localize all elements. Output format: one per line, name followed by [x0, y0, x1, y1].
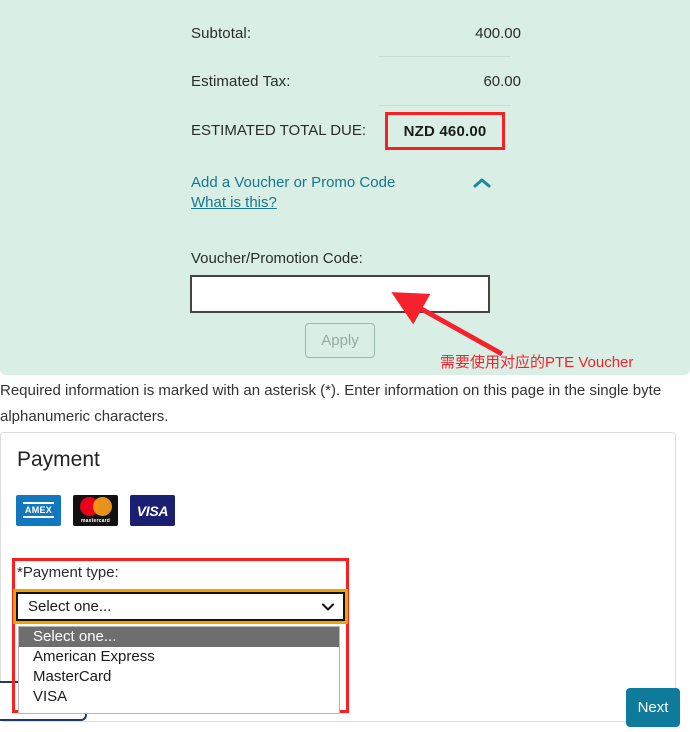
mastercard-logo-icon: mastercard: [73, 495, 118, 526]
total-due-value: NZD 460.00: [403, 122, 487, 140]
chevron-up-icon[interactable]: [472, 176, 492, 190]
payment-title: Payment: [17, 448, 100, 471]
total-due-highlight-box: NZD 460.00: [385, 112, 505, 150]
mastercard-circles: [79, 497, 112, 516]
what-is-this-link[interactable]: What is this?: [191, 194, 277, 211]
subtotal-value: 400.00: [475, 25, 521, 42]
voucher-code-label: Voucher/Promotion Code:: [191, 250, 363, 267]
payment-type-select[interactable]: Select one...: [13, 589, 348, 624]
apply-voucher-button[interactable]: Apply: [305, 323, 375, 358]
accepted-cards-list: AMEX mastercard VISA: [16, 495, 175, 526]
payment-type-option-visa[interactable]: VISA: [19, 687, 339, 707]
amex-logo-text: AMEX: [22, 502, 55, 518]
payment-type-selected-value-row[interactable]: Select one...: [16, 592, 345, 621]
mastercard-logo-text: mastercard: [81, 518, 110, 524]
required-info-note: Required information is marked with an a…: [0, 382, 662, 425]
next-button[interactable]: Next: [626, 688, 680, 727]
annotation-note-text: 需要使用对应的PTE Voucher: [440, 354, 634, 371]
order-summary-panel: Subtotal: 400.00 Estimated Tax: 60.00 ES…: [0, 0, 690, 375]
summary-divider-2: [379, 105, 511, 106]
subtotal-label: Subtotal:: [191, 25, 252, 42]
chevron-down-icon[interactable]: [322, 603, 334, 611]
payment-type-options-list[interactable]: Select one... American Express MasterCar…: [18, 626, 340, 714]
summary-row-estimated-tax: Estimated Tax: 60.00: [191, 73, 521, 90]
payment-type-option-mastercard[interactable]: MasterCard: [19, 667, 339, 687]
checkout-page: Subtotal: 400.00 Estimated Tax: 60.00 ES…: [0, 0, 690, 732]
visa-logo-icon: VISA: [130, 495, 175, 526]
add-voucher-toggle[interactable]: Add a Voucher or Promo Code: [191, 174, 395, 191]
voucher-code-input[interactable]: [190, 275, 490, 313]
estimated-tax-label: Estimated Tax:: [191, 73, 291, 90]
summary-row-subtotal: Subtotal: 400.00: [191, 25, 521, 42]
payment-type-label: *Payment type:: [17, 564, 119, 581]
payment-type-option-american-express[interactable]: American Express: [19, 647, 339, 667]
amex-logo-icon: AMEX: [16, 495, 61, 526]
visa-logo-text: VISA: [136, 502, 169, 519]
payment-type-selected-value: Select one...: [28, 598, 112, 615]
total-due-label: ESTIMATED TOTAL DUE:: [191, 122, 367, 139]
summary-row-total-due: ESTIMATED TOTAL DUE:: [191, 122, 366, 139]
estimated-tax-value: 60.00: [483, 73, 521, 90]
summary-divider-1: [379, 56, 511, 57]
payment-type-option-select-one[interactable]: Select one...: [19, 627, 339, 647]
